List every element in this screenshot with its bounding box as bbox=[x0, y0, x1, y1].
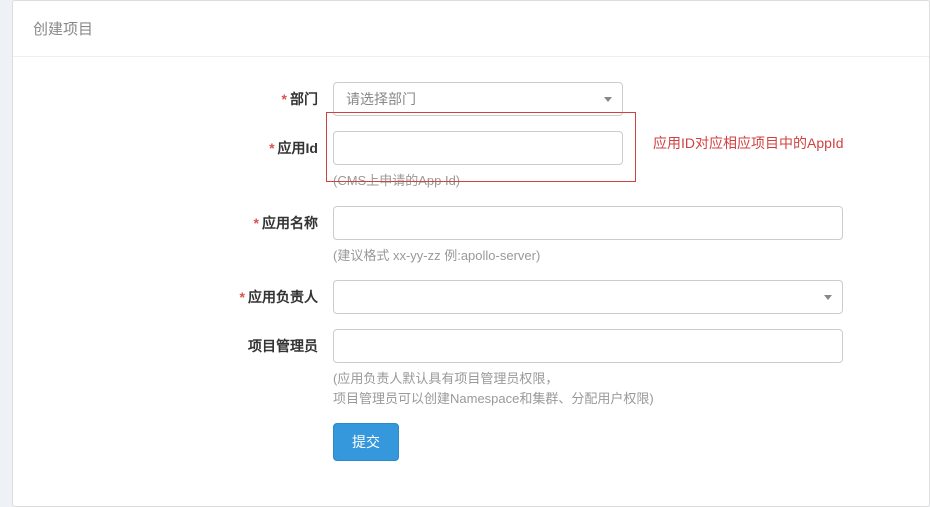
appid-input[interactable] bbox=[333, 131, 623, 165]
department-select[interactable]: 请选择部门 bbox=[333, 82, 623, 116]
form-group-submit: 提交 bbox=[33, 423, 909, 461]
panel-title: 创建项目 bbox=[13, 1, 929, 57]
form-group-admin: 项目管理员 (应用负责人默认具有项目管理员权限， 项目管理员可以创建Namesp… bbox=[33, 329, 909, 408]
annotation-text: 应用ID对应相应项目中的AppId bbox=[653, 133, 844, 153]
admin-input[interactable] bbox=[333, 329, 843, 363]
form-group-department: *部门 请选择部门 bbox=[33, 82, 909, 116]
department-label: *部门 bbox=[33, 82, 333, 109]
chevron-down-icon bbox=[824, 295, 832, 300]
form-group-appname: *应用名称 (建议格式 xx-yy-zz 例:apollo-server) bbox=[33, 206, 909, 266]
admin-label: 项目管理员 bbox=[33, 329, 333, 356]
appid-label: *应用Id bbox=[33, 131, 333, 158]
owner-select[interactable] bbox=[333, 280, 843, 314]
required-mark: * bbox=[240, 289, 245, 305]
required-mark: * bbox=[282, 91, 287, 107]
submit-button[interactable]: 提交 bbox=[333, 423, 399, 461]
admin-help: (应用负责人默认具有项目管理员权限， 项目管理员可以创建Namespace和集群… bbox=[333, 369, 843, 408]
required-mark: * bbox=[254, 215, 259, 231]
create-project-panel: 创建项目 *部门 请选择部门 *应用Id (CMS上申请的App Id) bbox=[12, 0, 930, 507]
appid-help: (CMS上申请的App Id) bbox=[333, 171, 623, 191]
chevron-down-icon bbox=[604, 97, 612, 102]
department-select-placeholder: 请选择部门 bbox=[346, 89, 416, 109]
appname-help: (建议格式 xx-yy-zz 例:apollo-server) bbox=[333, 246, 843, 266]
required-mark: * bbox=[269, 140, 274, 156]
appname-label: *应用名称 bbox=[33, 206, 333, 233]
form-group-owner: *应用负责人 bbox=[33, 280, 909, 314]
owner-label: *应用负责人 bbox=[33, 280, 333, 307]
appname-input[interactable] bbox=[333, 206, 843, 240]
panel-body: *部门 请选择部门 *应用Id (CMS上申请的App Id) *应用名称 bbox=[13, 57, 929, 506]
